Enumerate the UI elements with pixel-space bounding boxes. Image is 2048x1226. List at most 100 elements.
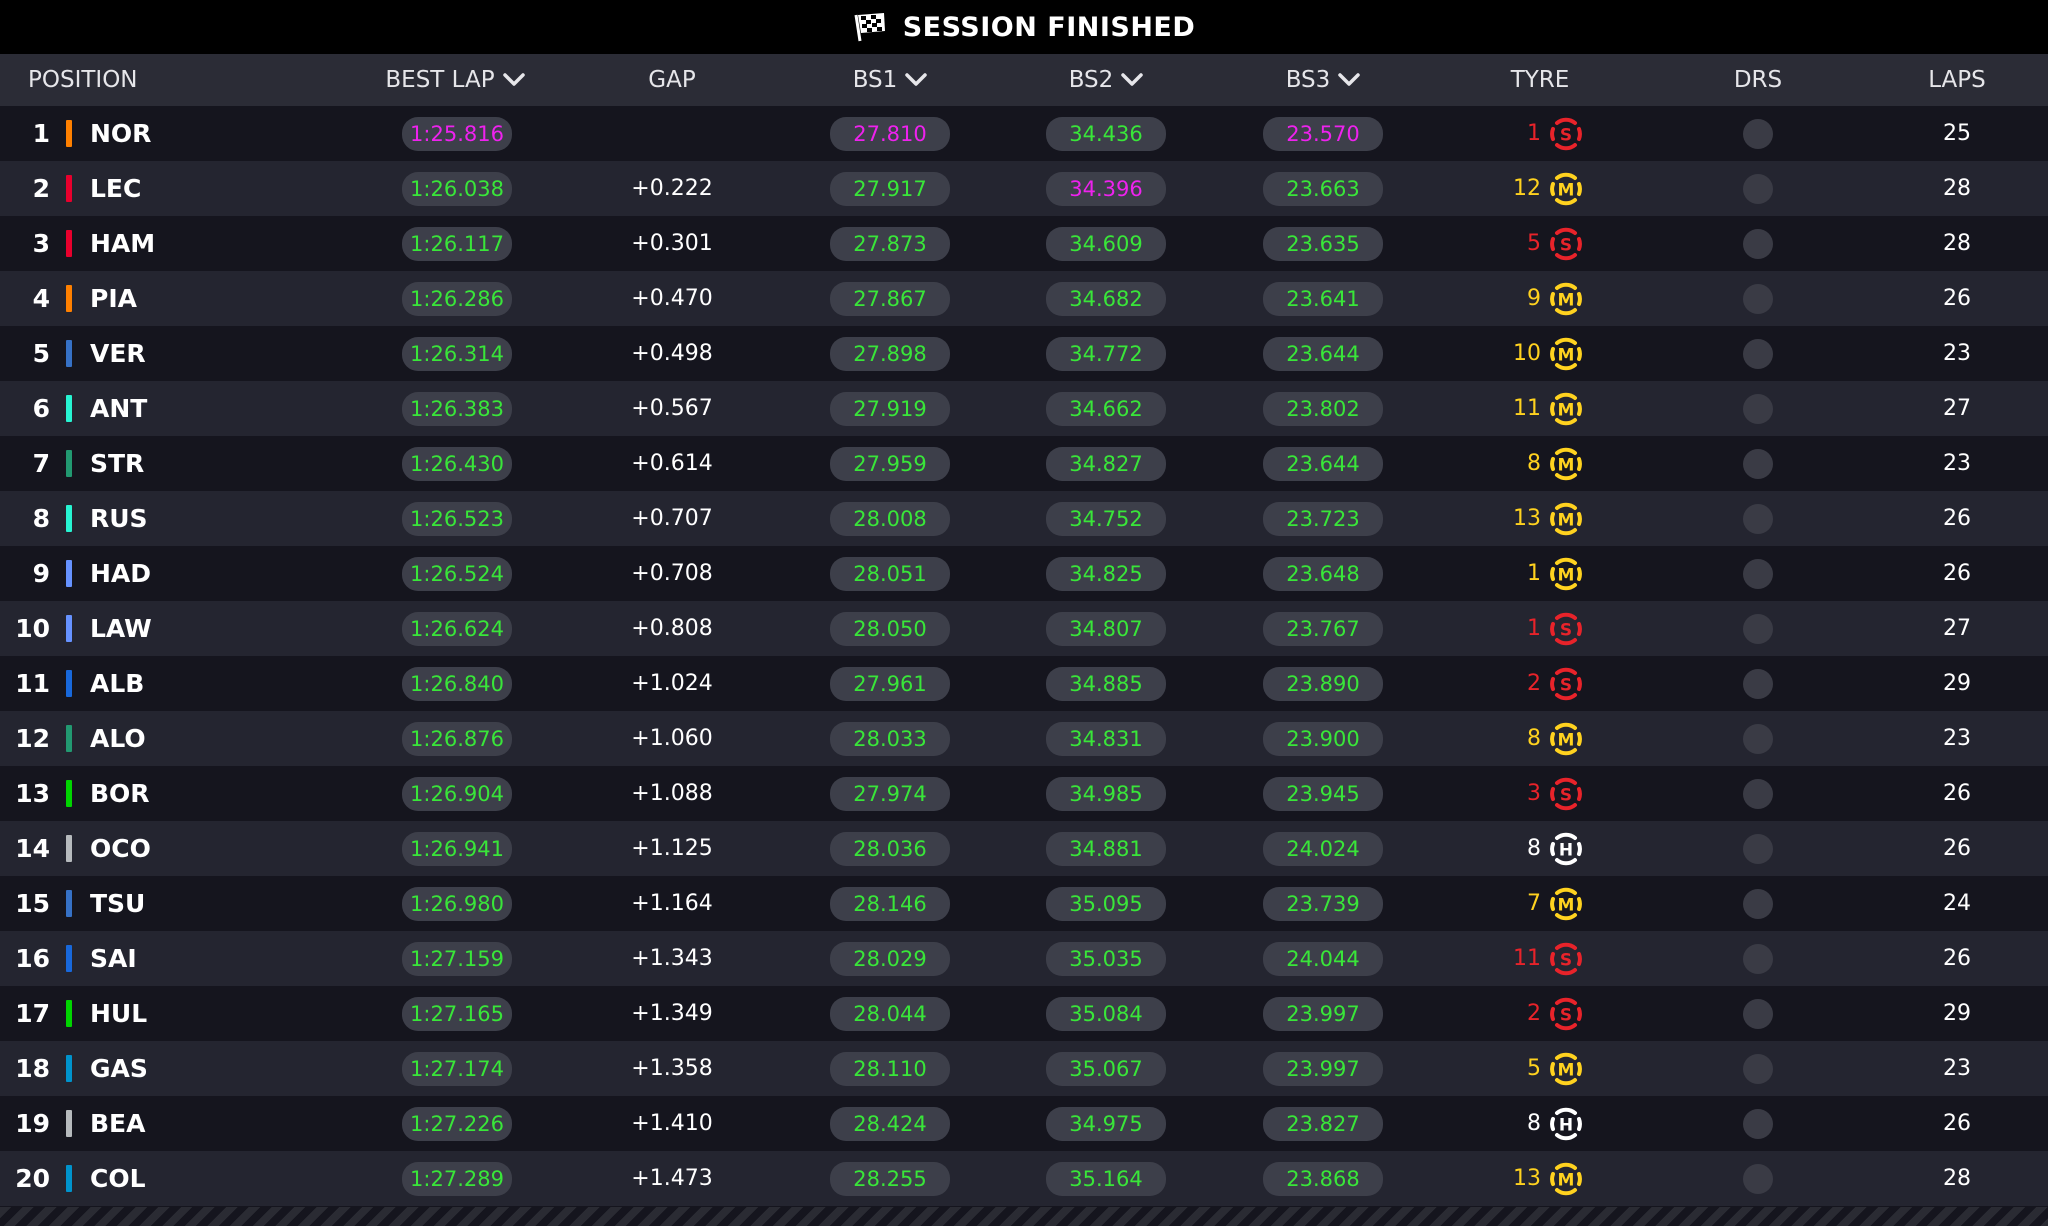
best-lap-cell: 1:26.117: [397, 216, 517, 271]
header-bs3[interactable]: BS3: [1233, 54, 1413, 106]
table-row[interactable]: 10 LAW 1:26.624 +0.808 28.050 34.807 23.…: [0, 601, 2048, 656]
tyre-age: 2: [1527, 671, 1541, 696]
table-header: POSITION BEST LAP GAP BS1 BS2 BS3 TYRE D…: [0, 54, 2048, 106]
table-row[interactable]: 4 PIA 1:26.286 +0.470 27.867 34.682 23.6…: [0, 271, 2048, 326]
svg-text:H: H: [1559, 1115, 1573, 1135]
table-row[interactable]: 15 TSU 1:26.980 +1.164 28.146 35.095 23.…: [0, 876, 2048, 931]
svg-text:M: M: [1558, 730, 1575, 750]
header-best-lap[interactable]: BEST LAP: [360, 54, 550, 106]
position-number: 13: [15, 779, 50, 808]
table-row[interactable]: 20 COL 1:27.289 +1.473 28.255 35.164 23.…: [0, 1151, 2048, 1206]
bs1-cell: 27.873: [830, 216, 950, 271]
table-row[interactable]: 7 STR 1:26.430 +0.614 27.959 34.827 23.6…: [0, 436, 2048, 491]
best-lap-cell: 1:26.286: [397, 271, 517, 326]
driver-code: PIA: [90, 284, 137, 313]
drs-indicator: [1743, 338, 1773, 369]
laps-count: 28: [1943, 176, 1971, 201]
laps-count: 27: [1943, 396, 1971, 421]
tyre-age: 1: [1527, 561, 1541, 586]
laps-count: 26: [1943, 836, 1971, 861]
laps-count: 24: [1943, 891, 1971, 916]
best-lap-cell: 1:26.941: [397, 821, 517, 876]
bs2-time: 34.825: [1046, 556, 1166, 591]
svg-text:S: S: [1560, 620, 1572, 640]
position-number: 14: [15, 834, 50, 863]
bs3-cell: 23.723: [1263, 491, 1383, 546]
bs3-time: 23.945: [1263, 776, 1383, 811]
driver-code: BOR: [90, 779, 150, 808]
drs-cell: [1728, 711, 1788, 766]
table-row[interactable]: 6 ANT 1:26.383 +0.567 27.919 34.662 23.8…: [0, 381, 2048, 436]
table-row[interactable]: 19 BEA 1:27.226 +1.410 28.424 34.975 23.…: [0, 1096, 2048, 1151]
header-best-lap-label: BEST LAP: [385, 67, 495, 93]
bs3-cell: 23.767: [1263, 601, 1383, 656]
best-lap-time: 1:26.383: [402, 391, 512, 426]
bs1-time: 27.919: [830, 391, 950, 426]
chevron-down-icon[interactable]: [1121, 73, 1144, 87]
table-row[interactable]: 11 ALB 1:26.840 +1.024 27.961 34.885 23.…: [0, 656, 2048, 711]
position-number: 12: [15, 724, 50, 753]
tyre-cell: 1 S: [1470, 601, 1620, 656]
drs-indicator: [1743, 943, 1773, 974]
team-color-bar: [66, 835, 72, 862]
best-lap-cell: 1:27.165: [397, 986, 517, 1041]
team-color-bar: [66, 560, 72, 587]
header-bs2[interactable]: BS2: [1016, 54, 1196, 106]
drs-indicator: [1743, 723, 1773, 754]
bs3-cell: 24.044: [1263, 931, 1383, 986]
footer-stripe: [0, 1207, 2048, 1226]
table-row[interactable]: 16 SAI 1:27.159 +1.343 28.029 35.035 24.…: [0, 931, 2048, 986]
bs1-cell: 28.044: [830, 986, 950, 1041]
table-row[interactable]: 5 VER 1:26.314 +0.498 27.898 34.772 23.6…: [0, 326, 2048, 381]
tyre-cell: 12 M: [1470, 161, 1620, 216]
bs1-cell: 27.919: [830, 381, 950, 436]
bs2-cell: 34.772: [1046, 326, 1166, 381]
drs-cell: [1728, 1151, 1788, 1206]
drs-cell: [1728, 546, 1788, 601]
table-row[interactable]: 3 HAM 1:26.117 +0.301 27.873 34.609 23.6…: [0, 216, 2048, 271]
team-color-bar: [66, 1055, 72, 1082]
svg-text:M: M: [1558, 1170, 1575, 1190]
medium-tyre-icon: M: [1549, 337, 1583, 371]
team-color-bar: [66, 1110, 72, 1137]
table-row[interactable]: 8 RUS 1:26.523 +0.707 28.008 34.752 23.7…: [0, 491, 2048, 546]
best-lap-cell: 1:26.524: [397, 546, 517, 601]
bs1-cell: 28.110: [830, 1041, 950, 1096]
table-row[interactable]: 2 LEC 1:26.038 +0.222 27.917 34.396 23.6…: [0, 161, 2048, 216]
best-lap-cell: 1:26.904: [397, 766, 517, 821]
drs-indicator: [1743, 668, 1773, 699]
table-row[interactable]: 1 NOR 1:25.816 27.810 34.436 23.570 1 S …: [0, 106, 2048, 161]
drs-indicator: [1743, 118, 1773, 149]
bs2-cell: 34.436: [1046, 106, 1166, 161]
table-row[interactable]: 9 HAD 1:26.524 +0.708 28.051 34.825 23.6…: [0, 546, 2048, 601]
driver-code: ANT: [90, 394, 148, 423]
bs3-time: 23.644: [1263, 336, 1383, 371]
bs1-time: 28.033: [830, 721, 950, 756]
position-number: 1: [32, 119, 50, 148]
table-row[interactable]: 14 OCO 1:26.941 +1.125 28.036 34.881 24.…: [0, 821, 2048, 876]
bs3-cell: 23.997: [1263, 986, 1383, 1041]
chevron-down-icon[interactable]: [905, 73, 928, 87]
team-color-bar: [66, 340, 72, 367]
gap-value: [612, 106, 732, 161]
table-row[interactable]: 13 BOR 1:26.904 +1.088 27.974 34.985 23.…: [0, 766, 2048, 821]
chevron-down-icon[interactable]: [502, 73, 525, 87]
medium-tyre-icon: M: [1549, 557, 1583, 591]
best-lap-cell: 1:25.816: [397, 106, 517, 161]
header-position-label: POSITION: [28, 67, 138, 93]
header-bs1[interactable]: BS1: [800, 54, 980, 106]
drs-indicator: [1743, 613, 1773, 644]
drs-indicator: [1743, 1163, 1773, 1194]
best-lap-cell: 1:26.980: [397, 876, 517, 931]
bs1-time: 28.044: [830, 996, 950, 1031]
bs1-time: 28.008: [830, 501, 950, 536]
table-row[interactable]: 18 GAS 1:27.174 +1.358 28.110 35.067 23.…: [0, 1041, 2048, 1096]
best-lap-time: 1:27.165: [402, 996, 512, 1031]
chevron-down-icon[interactable]: [1338, 73, 1361, 87]
header-laps-label: LAPS: [1928, 67, 1986, 93]
table-row[interactable]: 12 ALO 1:26.876 +1.060 28.033 34.831 23.…: [0, 711, 2048, 766]
bs1-cell: 27.961: [830, 656, 950, 711]
driver-code: ALB: [90, 669, 145, 698]
table-row[interactable]: 17 HUL 1:27.165 +1.349 28.044 35.084 23.…: [0, 986, 2048, 1041]
best-lap-time: 1:27.174: [402, 1051, 512, 1086]
